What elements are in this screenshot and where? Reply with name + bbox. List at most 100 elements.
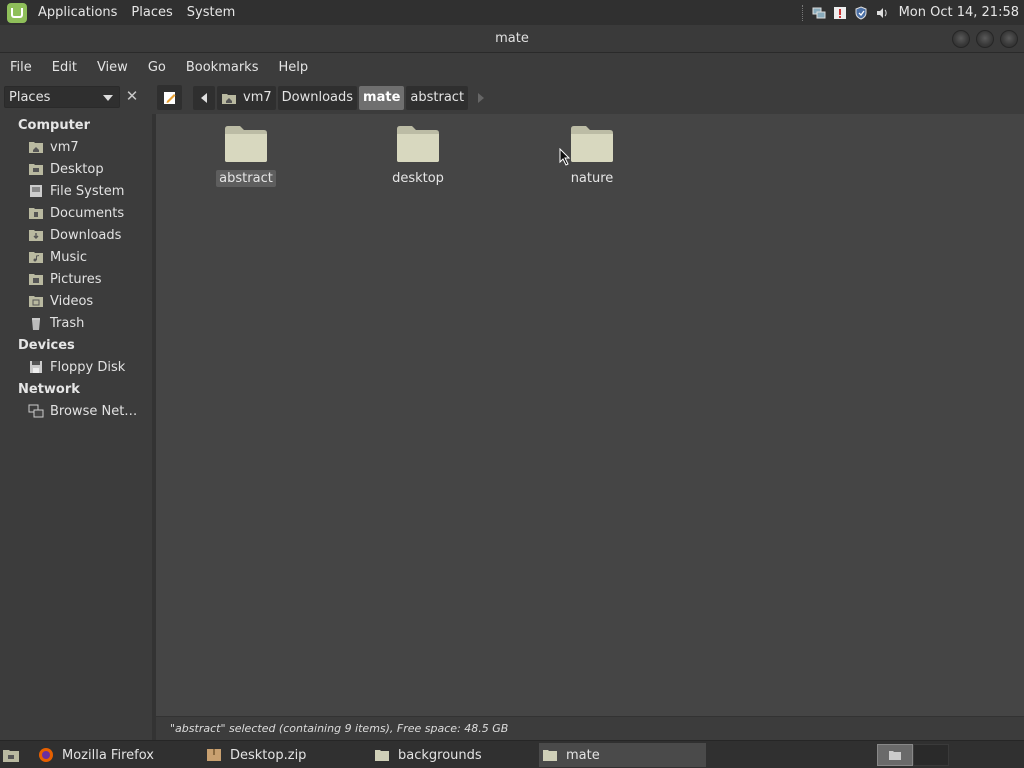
- sidebar-item-music[interactable]: Music: [28, 247, 87, 267]
- breadcrumb-vm7[interactable]: vm7: [217, 85, 276, 110]
- close-button[interactable]: [1000, 30, 1018, 48]
- edit-icon: [163, 91, 175, 104]
- sidebar-places-selector[interactable]: Places: [4, 86, 120, 108]
- sidebar-header-computer: Computer: [18, 118, 91, 133]
- folder-icon: [375, 750, 389, 761]
- videos-folder-icon: [29, 296, 43, 307]
- system-menu[interactable]: System: [180, 5, 242, 20]
- show-desktop-icon: [3, 750, 19, 762]
- chevron-down-icon: [103, 95, 113, 101]
- sidebar-item-label: Pictures: [50, 271, 102, 287]
- menu-bookmarks[interactable]: Bookmarks: [176, 60, 269, 75]
- statusbar: "abstract" selected (containing 9 items)…: [156, 716, 1024, 740]
- network-icon: [28, 404, 44, 418]
- downloads-folder-icon: [29, 230, 43, 241]
- firefox-icon: [39, 748, 53, 762]
- minimize-button[interactable]: [952, 30, 970, 48]
- archive-icon: [207, 749, 221, 761]
- menubar: File Edit View Go Bookmarks Help: [0, 53, 1024, 81]
- file-label: desktop: [392, 171, 444, 186]
- location-toolbar: Places ✕ vm7 Downloads mate abstract: [0, 81, 1024, 114]
- sidebar-item-vm7[interactable]: vm7: [28, 137, 79, 157]
- sidebar-item-floppy-disk[interactable]: Floppy Disk: [28, 357, 125, 377]
- file-item-desktop[interactable]: desktop: [373, 114, 463, 187]
- task-mate[interactable]: mate: [539, 743, 706, 767]
- floppy-icon: [30, 361, 42, 373]
- shield-icon[interactable]: [854, 5, 868, 20]
- folder-icon: [397, 126, 439, 162]
- sidebar-item-pictures[interactable]: Pictures: [28, 269, 101, 289]
- sidebar-item-videos[interactable]: Videos: [28, 291, 93, 311]
- applications-menu[interactable]: Applications: [31, 5, 124, 20]
- task-desktop-zip[interactable]: Desktop.zip: [206, 743, 366, 767]
- breadcrumb-label: mate: [363, 90, 401, 105]
- sidebar-item-desktop[interactable]: Desktop: [28, 159, 104, 179]
- sidebar-header-devices: Devices: [18, 338, 75, 353]
- file-label: abstract: [216, 170, 276, 187]
- sidebar-item-file-system[interactable]: File System: [28, 181, 124, 201]
- bottom-panel: Mozilla Firefox Desktop.zip backgrounds …: [0, 740, 1024, 768]
- chevron-right-icon: [478, 92, 485, 103]
- sidebar-item-documents[interactable]: Documents: [28, 203, 124, 223]
- documents-folder-icon: [29, 208, 43, 219]
- sidebar-item-trash[interactable]: Trash: [28, 313, 84, 333]
- sidebar-item-downloads[interactable]: Downloads: [28, 225, 121, 245]
- close-sidebar-icon[interactable]: ✕: [123, 87, 141, 107]
- maximize-button[interactable]: [976, 30, 994, 48]
- folder-icon: [543, 750, 557, 761]
- update-icon[interactable]: [833, 6, 847, 20]
- show-desktop-button[interactable]: [2, 743, 26, 767]
- task-backgrounds[interactable]: backgrounds: [374, 743, 534, 767]
- task-label: backgrounds: [398, 747, 482, 763]
- desktop-folder-icon: [29, 164, 43, 175]
- folder-icon: [889, 751, 901, 760]
- toggle-location-entry-button[interactable]: [157, 85, 182, 110]
- folder-icon: [571, 126, 613, 162]
- trash-icon: [32, 318, 40, 330]
- breadcrumb-abstract[interactable]: abstract: [406, 85, 469, 110]
- workspace-2[interactable]: [913, 744, 949, 766]
- file-label: nature: [570, 171, 614, 186]
- places-selector-label: Places: [9, 89, 51, 105]
- menu-help[interactable]: Help: [268, 60, 318, 75]
- menu-go[interactable]: Go: [138, 60, 176, 75]
- chevron-left-icon: [201, 92, 207, 103]
- menu-file[interactable]: File: [0, 60, 42, 75]
- window-title: mate: [495, 31, 529, 46]
- breadcrumb-label: abstract: [410, 90, 465, 105]
- sidebar-item-label: Music: [50, 249, 87, 265]
- file-icon-view[interactable]: abstract desktop nature: [156, 114, 1024, 716]
- top-panel: Applications Places System Mon Oct 14, 2…: [0, 0, 1024, 25]
- volume-icon[interactable]: [875, 6, 889, 20]
- breadcrumb-label: Downloads: [281, 90, 354, 105]
- breadcrumb-back-button[interactable]: [193, 85, 215, 110]
- sidebar-item-browse-network[interactable]: Browse Net…: [28, 401, 137, 421]
- clock[interactable]: Mon Oct 14, 21:58: [899, 5, 1019, 20]
- menu-view[interactable]: View: [87, 60, 138, 75]
- sidebar-item-label: Browse Net…: [50, 403, 138, 419]
- home-folder-icon: [29, 142, 43, 153]
- task-firefox[interactable]: Mozilla Firefox: [38, 743, 198, 767]
- sidebar-item-label: File System: [50, 183, 125, 199]
- music-folder-icon: [29, 252, 43, 263]
- breadcrumb-downloads[interactable]: Downloads: [277, 85, 358, 110]
- workspace-1[interactable]: [877, 744, 913, 766]
- drive-icon: [30, 185, 42, 197]
- breadcrumb: vm7 Downloads mate abstract: [193, 85, 494, 110]
- mint-logo-icon[interactable]: [7, 2, 27, 23]
- places-menu[interactable]: Places: [124, 5, 179, 20]
- breadcrumb-label: vm7: [243, 90, 272, 105]
- sidebar-header-network: Network: [18, 382, 80, 397]
- folder-icon: [225, 126, 267, 162]
- file-item-abstract[interactable]: abstract: [201, 114, 291, 187]
- task-label: Mozilla Firefox: [62, 747, 154, 763]
- breadcrumb-forward-button[interactable]: [470, 86, 492, 110]
- sidebar-item-label: Desktop: [50, 161, 104, 177]
- menu-edit[interactable]: Edit: [42, 60, 87, 75]
- breadcrumb-mate[interactable]: mate: [359, 85, 405, 110]
- task-label: mate: [566, 747, 600, 763]
- status-text: "abstract" selected (containing 9 items)…: [170, 722, 509, 735]
- window-titlebar[interactable]: mate: [0, 25, 1024, 53]
- network-icon[interactable]: [812, 6, 826, 20]
- task-label: Desktop.zip: [230, 747, 307, 763]
